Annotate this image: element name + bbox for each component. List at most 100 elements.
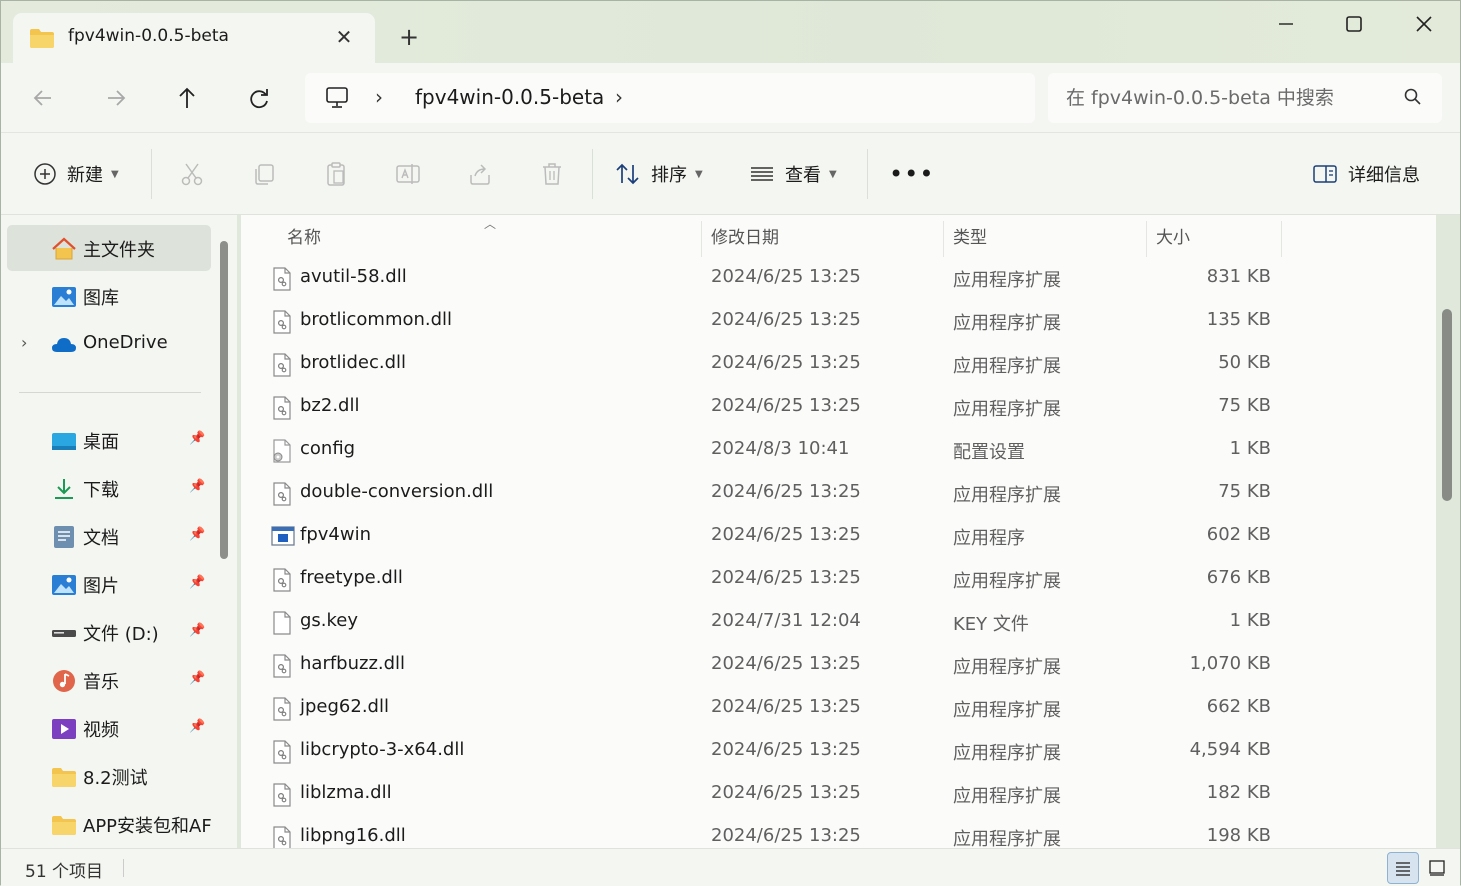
clipboard-icon <box>327 162 345 186</box>
column-resizer[interactable] <box>943 221 944 257</box>
sort-ascending-icon: ︿ <box>484 217 497 231</box>
file-row[interactable]: config 2024/8/3 10:41 配置设置 1 KB <box>241 429 1436 472</box>
view-button[interactable]: 查看 ▼ <box>749 157 837 191</box>
column-header-type[interactable]: 类型 <box>953 223 987 248</box>
search-icon[interactable] <box>1404 88 1422 111</box>
details-view-button[interactable] <box>1387 852 1419 884</box>
pin-icon[interactable]: 📌 <box>189 623 205 638</box>
sidebar-item-label: 主文件夹 <box>83 240 155 261</box>
column-header-date[interactable]: 修改日期 <box>711 223 779 248</box>
paste-button[interactable] <box>319 157 353 191</box>
file-name: libcrypto-3-x64.dll <box>300 739 465 760</box>
tab-title: fpv4win-0.0.5-beta <box>68 26 229 46</box>
file-name: brotlicommon.dll <box>300 309 453 330</box>
blank-file-icon <box>271 611 293 640</box>
sidebar-item-drive-d[interactable]: 文件 (D:) 📌 <box>7 609 211 655</box>
sidebar-item-folder-test[interactable]: 8.2测试 <box>7 753 211 799</box>
dll-icon <box>271 697 293 726</box>
file-size: 135 KB <box>1206 309 1271 330</box>
file-row[interactable]: bz2.dll 2024/6/25 13:25 应用程序扩展 75 KB <box>241 386 1436 429</box>
pin-icon[interactable]: 📌 <box>189 719 205 734</box>
file-row[interactable]: liblzma.dll 2024/6/25 13:25 应用程序扩展 182 KB <box>241 773 1436 816</box>
maximize-button[interactable] <box>1331 9 1377 39</box>
file-size: 831 KB <box>1206 266 1271 287</box>
file-size: 602 KB <box>1206 524 1271 545</box>
file-row[interactable]: double-conversion.dll 2024/6/25 13:25 应用程序… <box>241 472 1436 515</box>
new-tab-button[interactable]: + <box>394 23 424 53</box>
file-type: 配置设置 <box>953 442 1025 463</box>
tab-current-folder[interactable]: fpv4win-0.0.5-beta ✕ <box>13 13 375 63</box>
file-row[interactable]: fpv4win 2024/6/25 13:25 应用程序 602 KB <box>241 515 1436 558</box>
file-type: KEY 文件 <box>953 614 1029 635</box>
copy-button[interactable] <box>247 157 281 191</box>
column-header-size[interactable]: 大小 <box>1156 223 1190 248</box>
file-row[interactable]: gs.key 2024/7/31 12:04 KEY 文件 1 KB <box>241 601 1436 644</box>
sidebar-item-label: 视频 <box>83 720 119 741</box>
address-bar[interactable]: › fpv4win-0.0.5-beta › <box>305 73 1035 123</box>
cut-button[interactable] <box>175 157 209 191</box>
tab-close-icon[interactable]: ✕ <box>331 24 357 50</box>
pin-icon[interactable]: 📌 <box>189 671 205 686</box>
pin-icon[interactable]: 📌 <box>189 479 205 494</box>
maximize-icon <box>1346 16 1362 32</box>
sidebar-item-videos[interactable]: 视频 📌 <box>7 705 211 751</box>
file-row[interactable]: libcrypto-3-x64.dll 2024/6/25 13:25 应用程序扩展… <box>241 730 1436 773</box>
sidebar-item-desktop[interactable]: 桌面 📌 <box>7 417 211 463</box>
details-pane-button[interactable]: 详细信息 <box>1312 157 1420 191</box>
breadcrumb-chevron-icon[interactable]: › <box>615 85 623 109</box>
search-input[interactable] <box>1066 83 1396 113</box>
sort-button[interactable]: 排序 ▼ <box>615 157 703 191</box>
file-list: ︿ 名称 修改日期 类型 大小 avutil-58.dll 2024/6/25 1… <box>241 215 1436 848</box>
file-name: jpeg62.dll <box>300 696 389 717</box>
file-row[interactable]: freetype.dll 2024/6/25 13:25 应用程序扩展 676 KB <box>241 558 1436 601</box>
file-date: 2024/8/3 10:41 <box>711 438 850 459</box>
pin-icon[interactable]: 📌 <box>189 575 205 590</box>
file-date: 2024/6/25 13:25 <box>711 825 861 846</box>
command-bar: 新建 ▼ 排序 ▼ 查看 ▼ ••• 详细信息 <box>1 133 1460 215</box>
file-row[interactable]: brotlidec.dll 2024/6/25 13:25 应用程序扩展 50 KB <box>241 343 1436 386</box>
refresh-button[interactable] <box>241 81 277 115</box>
delete-button[interactable] <box>535 157 569 191</box>
preview-view-button[interactable] <box>1421 852 1453 884</box>
column-header-name[interactable]: 名称 <box>287 223 321 248</box>
pin-icon[interactable]: 📌 <box>189 431 205 446</box>
new-button[interactable]: 新建 ▼ <box>33 157 119 191</box>
file-row[interactable]: jpeg62.dll 2024/6/25 13:25 应用程序扩展 662 KB <box>241 687 1436 730</box>
rename-button[interactable] <box>391 157 425 191</box>
search-box[interactable] <box>1048 73 1442 123</box>
file-row[interactable]: avutil-58.dll 2024/6/25 13:25 应用程序扩展 831 KB <box>241 257 1436 300</box>
sort-arrows-icon <box>616 163 639 185</box>
chevron-right-icon[interactable]: › <box>21 333 27 352</box>
sidebar-item-folder-app[interactable]: APP安装包和AF <box>7 801 212 847</box>
up-button[interactable] <box>169 81 205 115</box>
sidebar-item-gallery[interactable]: 图库 <box>7 273 211 319</box>
file-row[interactable]: libpng16.dll 2024/6/25 13:25 应用程序扩展 198 KB <box>241 816 1436 848</box>
sidebar-item-onedrive[interactable]: › OneDrive <box>7 321 211 367</box>
back-button[interactable] <box>25 81 61 115</box>
sidebar-item-music[interactable]: 音乐 📌 <box>7 657 211 703</box>
more-options-button[interactable]: ••• <box>889 157 934 191</box>
dll-icon <box>271 740 293 769</box>
column-resizer[interactable] <box>1281 221 1282 257</box>
file-list-scrollbar[interactable] <box>1442 309 1452 501</box>
close-window-button[interactable] <box>1401 9 1447 39</box>
sidebar-item-home[interactable]: 主文件夹 <box>7 225 211 271</box>
forward-button[interactable] <box>98 81 134 115</box>
file-row[interactable]: harfbuzz.dll 2024/6/25 13:25 应用程序扩展 1,070 K… <box>241 644 1436 687</box>
minimize-button[interactable] <box>1263 9 1309 39</box>
sidebar-item-downloads[interactable]: 下载 📌 <box>7 465 211 511</box>
file-row[interactable]: brotlicommon.dll 2024/6/25 13:25 应用程序扩展 135… <box>241 300 1436 343</box>
sidebar-item-pictures[interactable]: 图片 📌 <box>7 561 211 607</box>
share-button[interactable] <box>463 157 497 191</box>
breadcrumb-chevron-icon[interactable]: › <box>375 85 383 109</box>
pin-icon[interactable]: 📌 <box>189 527 205 542</box>
column-resizer[interactable] <box>701 221 702 257</box>
nav-scrollbar[interactable] <box>220 241 228 559</box>
breadcrumb-current[interactable]: fpv4win-0.0.5-beta <box>415 85 604 109</box>
download-icon <box>51 477 77 501</box>
column-resizer[interactable] <box>1146 221 1147 257</box>
file-name: freetype.dll <box>300 567 403 588</box>
chevron-down-icon: ▼ <box>695 168 703 180</box>
dll-icon <box>271 267 293 296</box>
sidebar-item-documents[interactable]: 文档 📌 <box>7 513 211 559</box>
